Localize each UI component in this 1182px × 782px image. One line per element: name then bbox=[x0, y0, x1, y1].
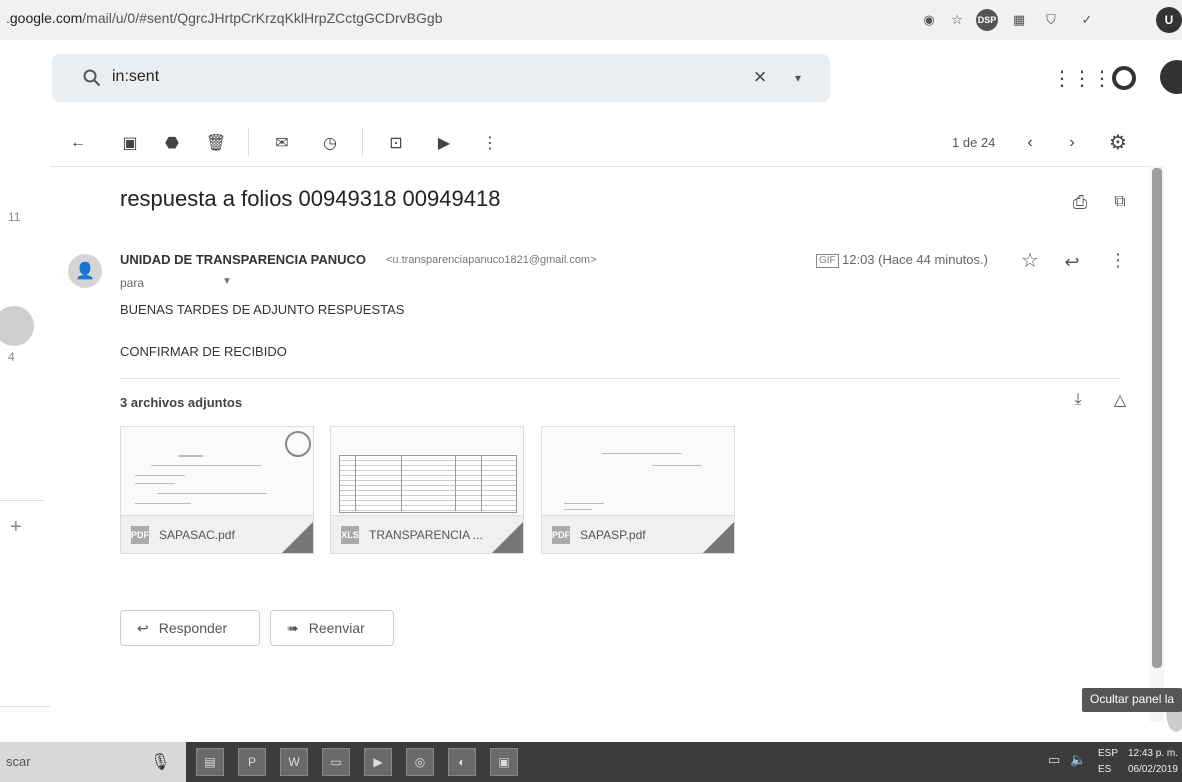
search-input[interactable] bbox=[112, 68, 712, 86]
pdf-icon: PDF bbox=[552, 526, 570, 544]
download-icon[interactable]: ⤓ bbox=[1066, 388, 1090, 412]
reply-button[interactable]: ↩ Responder bbox=[120, 610, 260, 646]
print-icon[interactable]: ⎙ bbox=[1068, 190, 1092, 214]
sender-avatar[interactable]: 👤 bbox=[68, 254, 102, 288]
chrome-icon[interactable]: ◎ bbox=[406, 748, 434, 776]
search-icon[interactable] bbox=[80, 66, 104, 90]
word-icon[interactable]: W bbox=[280, 748, 308, 776]
rail-count: 4 bbox=[8, 350, 15, 364]
next-message-icon[interactable]: › bbox=[1060, 131, 1084, 155]
previous-message-icon[interactable]: ‹ bbox=[1018, 131, 1042, 155]
url-bar[interactable]: .google.com/mail/u/0/#sent/QgrcJHrtpCrKr… bbox=[6, 10, 442, 26]
apps-grid-icon[interactable]: ⋮⋮⋮ bbox=[1052, 64, 1112, 92]
clear-search-icon[interactable]: × bbox=[748, 64, 772, 89]
translate-extension-icon[interactable]: ▦ bbox=[1008, 9, 1030, 31]
url-path: /mail/u/0/#sent/QgrcJHrtpCrKrzqKklHrpZCc… bbox=[82, 10, 443, 26]
email-subject: respuesta a folios 00949318 00949418 bbox=[120, 186, 501, 211]
shield-extension-icon[interactable]: ⛉ bbox=[1040, 9, 1062, 31]
toolbar-divider bbox=[362, 128, 363, 156]
rail-count: 11 bbox=[8, 210, 21, 224]
more-options-icon[interactable]: ⋮ bbox=[1108, 248, 1128, 272]
drive-icon[interactable]: △ bbox=[1108, 388, 1132, 412]
url-host: google.com bbox=[9, 10, 83, 26]
taskbar-app-icon[interactable]: ▣ bbox=[490, 748, 518, 776]
forward-button[interactable]: ➠ Reenviar bbox=[270, 610, 394, 646]
rail-add-icon[interactable]: + bbox=[10, 516, 22, 539]
recipient-details-caret-icon[interactable]: ▼ bbox=[222, 276, 232, 287]
move-to-icon[interactable]: ⊡ bbox=[384, 131, 408, 155]
back-arrow-icon[interactable]: ← bbox=[66, 131, 90, 155]
search-options-caret-icon[interactable]: ▾ bbox=[788, 66, 808, 90]
trash-icon[interactable]: 🗑 bbox=[204, 131, 228, 155]
taskbar-search-text: scar bbox=[6, 754, 31, 769]
extension-badge-icon[interactable]: DSP bbox=[976, 9, 998, 31]
notifications-icon[interactable] bbox=[1112, 66, 1136, 90]
open-in-new-icon[interactable]: ⧉ bbox=[1108, 190, 1132, 214]
snooze-icon[interactable]: ◷ bbox=[318, 131, 342, 155]
reply-icon: ↩ bbox=[137, 619, 149, 636]
forward-icon: ➠ bbox=[287, 619, 299, 636]
star-icon[interactable]: ☆ bbox=[1018, 248, 1042, 272]
attachment-name: SAPASP.pdf bbox=[580, 528, 646, 542]
tray-language-sub: ES bbox=[1098, 764, 1112, 775]
attachment-name: SAPASAC.pdf bbox=[159, 528, 235, 542]
attachments-divider bbox=[120, 378, 1120, 379]
attachment-preview bbox=[331, 427, 523, 515]
attachment-card[interactable]: PDF SAPASP.pdf bbox=[541, 426, 735, 554]
pagination-count: 1 de 24 bbox=[952, 135, 996, 150]
label-icon[interactable]: ▶ bbox=[432, 131, 456, 155]
email-time: 12:03 (Hace 44 minutos.) bbox=[842, 252, 988, 267]
profile-avatar[interactable]: U bbox=[1156, 7, 1182, 33]
mark-unread-icon[interactable]: ✉ bbox=[270, 131, 294, 155]
reply-icon[interactable]: ↩ bbox=[1060, 250, 1084, 274]
taskbar-app-icon[interactable]: ◐ bbox=[448, 748, 476, 776]
sender-name[interactable]: UNIDAD DE TRANSPARENCIA PANUCO bbox=[120, 252, 366, 267]
task-view-icon[interactable]: ▤ bbox=[196, 748, 224, 776]
attachment-preview bbox=[121, 427, 313, 515]
gear-icon[interactable]: ⚙ bbox=[1106, 130, 1130, 154]
more-actions-icon[interactable]: ⋮ bbox=[478, 131, 502, 155]
archive-icon[interactable]: ▣ bbox=[118, 131, 142, 155]
eye-extension-icon[interactable]: ◉ bbox=[918, 9, 940, 31]
tray-language[interactable]: ESP bbox=[1098, 748, 1118, 759]
side-panel-tooltip: Ocultar panel la bbox=[1082, 688, 1182, 712]
email-body-line: CONFIRMAR DE RECIBIDO bbox=[120, 344, 287, 359]
page-fold bbox=[491, 522, 523, 553]
file-explorer-icon[interactable]: ▭ bbox=[322, 748, 350, 776]
tray-date: 06/02/2019 bbox=[1127, 764, 1178, 775]
report-spam-icon[interactable]: ⬣ bbox=[160, 131, 184, 155]
attachment-preview bbox=[542, 427, 734, 515]
seal-icon bbox=[285, 431, 311, 457]
forward-button-label: Reenviar bbox=[308, 620, 365, 636]
rail-divider bbox=[0, 706, 50, 707]
check-extension-icon[interactable]: ✓ bbox=[1076, 9, 1098, 31]
network-icon[interactable]: ▭ bbox=[1048, 752, 1060, 768]
attachments-count: 3 archivos adjuntos bbox=[120, 395, 243, 410]
spreadsheet-icon: XLS bbox=[341, 526, 359, 544]
rail-bubble[interactable] bbox=[0, 306, 34, 346]
pdf-icon: PDF bbox=[131, 526, 149, 544]
microphone-icon[interactable]: 🎙 bbox=[150, 752, 170, 772]
powerpoint-icon[interactable]: P bbox=[238, 748, 266, 776]
attachment-name: TRANSPARENCIA ... bbox=[369, 528, 483, 542]
toolbar-divider bbox=[248, 128, 249, 156]
media-player-icon[interactable]: ▶ bbox=[364, 748, 392, 776]
sender-email: <u.transparenciapanuco1821@gmail.com> bbox=[386, 254, 597, 266]
reply-button-label: Responder bbox=[158, 620, 228, 636]
scrollbar-thumb[interactable] bbox=[1152, 168, 1162, 668]
attachment-card[interactable]: PDF SAPASAC.pdf bbox=[120, 426, 314, 554]
page-fold bbox=[281, 522, 313, 553]
tray-time[interactable]: 12:43 p. m. bbox=[1122, 748, 1178, 759]
bookmark-star-icon[interactable]: ☆ bbox=[946, 9, 968, 31]
rail-divider bbox=[0, 500, 44, 501]
page-fold bbox=[702, 522, 734, 553]
email-body-line: BUENAS TARDES DE ADJUNTO RESPUESTAS bbox=[120, 302, 405, 317]
attachment-card[interactable]: XLS TRANSPARENCIA ... bbox=[330, 426, 524, 554]
volume-icon[interactable]: 🔈 bbox=[1070, 752, 1086, 768]
recipient-label: para bbox=[120, 276, 145, 290]
attachment-indicator-icon: GIF bbox=[816, 254, 839, 268]
